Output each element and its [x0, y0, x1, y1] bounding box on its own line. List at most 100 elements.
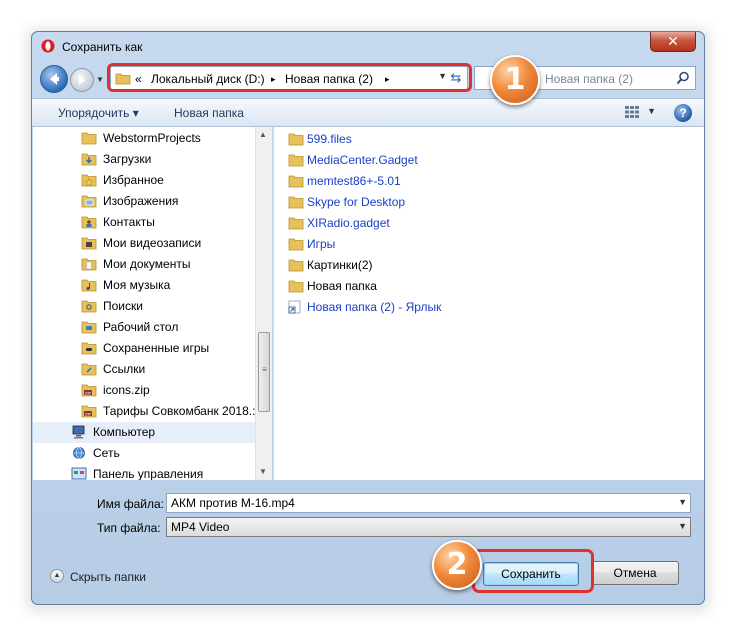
- pictures-folder-icon: [81, 195, 97, 208]
- search-placeholder: Новая папка (2): [545, 72, 633, 86]
- view-dropdown-icon[interactable]: ▼: [647, 106, 656, 116]
- back-button[interactable]: [40, 65, 68, 93]
- favorites-folder-icon: [81, 174, 97, 187]
- control-panel-icon: [71, 467, 87, 480]
- videos-folder-icon: [81, 237, 97, 250]
- nav-item-label: Рабочий стол: [103, 320, 179, 334]
- filename-value: АКМ против М-16.mp4: [171, 496, 295, 510]
- view-options-icon[interactable]: [624, 105, 640, 119]
- nav-item-desktop[interactable]: Рабочий стол: [33, 317, 255, 338]
- nav-item-downloads[interactable]: Загрузки: [33, 149, 255, 170]
- zip-archive-icon: ZIP: [81, 405, 97, 418]
- nav-item-label: Мои видеозаписи: [103, 236, 202, 250]
- list-item[interactable]: Картинки(2): [288, 255, 588, 276]
- file-name: Новая папка: [307, 279, 377, 293]
- navigation-pane: WebstormProjects Загрузки Избранное Изоб…: [33, 127, 255, 480]
- nav-item-network[interactable]: Сеть: [33, 443, 255, 464]
- scrollbar-thumb[interactable]: ≡: [258, 332, 270, 412]
- nav-item-searches[interactable]: Поиски: [33, 296, 255, 317]
- desktop-folder-icon: [81, 321, 97, 334]
- svg-text:ZIP: ZIP: [85, 411, 92, 416]
- highlight-save-button: [472, 549, 594, 593]
- nav-item-label: icons.zip: [103, 383, 150, 397]
- grip-icon: ≡: [262, 365, 267, 374]
- zip-archive-icon: ZIP: [81, 384, 97, 397]
- nav-item-documents[interactable]: Мои документы: [33, 254, 255, 275]
- saved-games-folder-icon: [81, 342, 97, 355]
- nav-item-label: Тарифы Совкомбанк 2018.:: [103, 404, 255, 418]
- nav-item-label: Ссылки: [103, 362, 146, 376]
- file-name: MediaCenter.Gadget: [307, 153, 418, 167]
- nav-item-webstormprojects[interactable]: WebstormProjects: [33, 128, 255, 149]
- organize-menu[interactable]: Упорядочить ▾: [58, 106, 139, 120]
- cancel-button[interactable]: Отмена: [591, 561, 679, 585]
- nav-item-label: Изображения: [103, 194, 179, 208]
- nav-item-label: Сеть: [93, 446, 120, 460]
- nav-item-music[interactable]: Моя музыка: [33, 275, 255, 296]
- list-item[interactable]: memtest86+-5.01: [288, 171, 588, 192]
- list-item[interactable]: Игры: [288, 234, 588, 255]
- nav-item-favorites[interactable]: Избранное: [33, 170, 255, 191]
- music-folder-icon: [81, 279, 97, 292]
- filename-input[interactable]: АКМ против М-16.mp4 ▼: [166, 493, 691, 513]
- highlight-address-bar: [107, 63, 472, 92]
- list-item[interactable]: 599.files: [288, 129, 588, 150]
- filetype-label: Тип файла:: [97, 521, 161, 535]
- window-title: Сохранить как: [62, 40, 143, 54]
- nav-item-icons-zip[interactable]: ZIP icons.zip: [33, 380, 255, 401]
- folder-icon: [288, 154, 304, 167]
- nav-item-videos[interactable]: Мои видеозаписи: [33, 233, 255, 254]
- nav-item-links[interactable]: Ссылки: [33, 359, 255, 380]
- folder-icon: [288, 133, 304, 146]
- step-2-badge: 2: [432, 540, 482, 590]
- help-icon[interactable]: ?: [674, 104, 692, 122]
- recent-pages-dropdown-icon[interactable]: ▼: [96, 75, 106, 85]
- nav-item-control-panel[interactable]: Панель управления: [33, 464, 255, 480]
- list-item[interactable]: Новая папка (2) - Ярлык: [288, 297, 588, 318]
- folder-icon: [288, 259, 304, 272]
- nav-item-computer[interactable]: Компьютер: [33, 422, 255, 443]
- file-name: Skype for Desktop: [307, 195, 406, 209]
- nav-item-pictures[interactable]: Изображения: [33, 191, 255, 212]
- nav-item-label: Компьютер: [93, 425, 156, 439]
- nav-pane-scrollbar[interactable]: ▲ ≡ ▼: [255, 127, 272, 480]
- list-item[interactable]: Skype for Desktop: [288, 192, 588, 213]
- contacts-folder-icon: [81, 216, 97, 229]
- filetype-select[interactable]: MP4 Video ▼: [166, 517, 691, 537]
- nav-item-label: Панель управления: [93, 467, 204, 480]
- new-folder-button[interactable]: Новая папка: [174, 106, 244, 120]
- network-icon: [73, 447, 85, 459]
- close-button[interactable]: ✕: [650, 32, 696, 52]
- back-arrow-icon: [50, 73, 59, 85]
- folder-icon: [288, 238, 304, 251]
- nav-item-label: Избранное: [103, 173, 164, 187]
- title-bar: Сохранить как ✕: [32, 32, 704, 62]
- computer-icon: [72, 425, 85, 439]
- list-item[interactable]: XIRadio.gadget: [288, 213, 588, 234]
- searches-folder-icon: [81, 300, 97, 313]
- chevron-up-icon: ▲: [50, 569, 64, 583]
- forward-button[interactable]: [70, 68, 94, 92]
- list-item[interactable]: MediaCenter.Gadget: [288, 150, 588, 171]
- scroll-down-icon[interactable]: ▼: [259, 467, 267, 476]
- nav-item-label: Мои документы: [103, 257, 191, 271]
- nav-item-saved-games[interactable]: Сохраненные игры: [33, 338, 255, 359]
- folder-icon: [288, 175, 304, 188]
- nav-item-label: Поиски: [103, 299, 143, 313]
- shortcut-icon: [288, 300, 301, 314]
- search-icon[interactable]: [676, 71, 690, 85]
- file-name: Новая папка (2) - Ярлык: [307, 300, 442, 314]
- nav-item-contacts[interactable]: Контакты: [33, 212, 255, 233]
- nav-item-sovcombank-zip[interactable]: ZIP Тарифы Совкомбанк 2018.:: [33, 401, 255, 422]
- opera-icon: [41, 39, 55, 53]
- file-list: 599.files MediaCenter.Gadget memtest86+-…: [273, 127, 704, 480]
- nav-item-label: Сохраненные игры: [103, 341, 210, 355]
- filename-dropdown-icon[interactable]: ▼: [678, 497, 687, 507]
- scroll-up-icon[interactable]: ▲: [259, 130, 267, 139]
- command-bar: Упорядочить ▾ Новая папка ▼ ?: [32, 98, 704, 127]
- filetype-dropdown-icon[interactable]: ▼: [678, 521, 687, 531]
- list-item[interactable]: Новая папка: [288, 276, 588, 297]
- filename-label: Имя файла:: [97, 497, 164, 511]
- nav-item-label: Моя музыка: [103, 278, 171, 292]
- file-name: XIRadio.gadget: [307, 216, 390, 230]
